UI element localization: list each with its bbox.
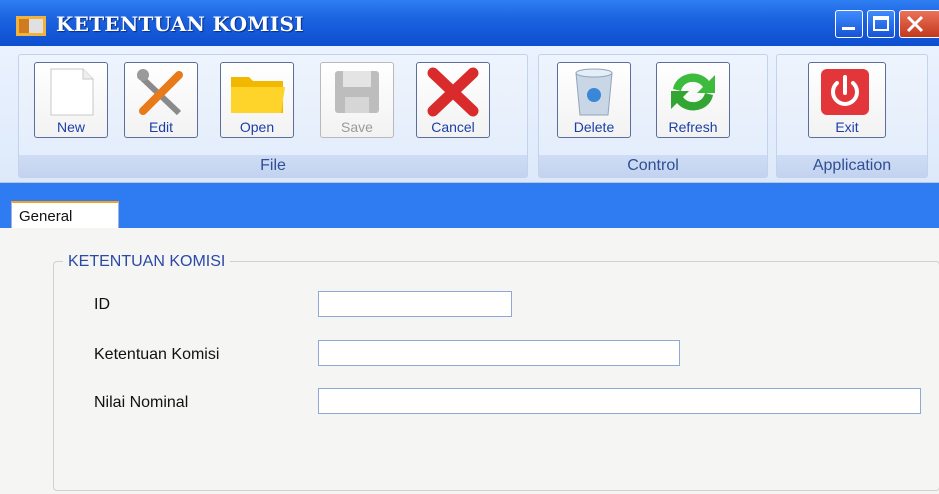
refresh-arrows-icon <box>671 73 715 111</box>
edit-tools-icon <box>136 69 183 116</box>
app-icon <box>16 16 46 36</box>
delete-button-label: Delete <box>573 119 615 135</box>
ketentuan-komisi-label: Ketentuan Komisi <box>94 346 220 363</box>
nilai-nominal-field[interactable] <box>318 388 921 414</box>
groupbox-title: KETENTUAN KOMISI <box>63 253 231 271</box>
group-file-label: File <box>19 155 527 177</box>
refresh-button[interactable]: Refresh <box>656 62 730 138</box>
save-button[interactable]: Save <box>320 62 394 138</box>
id-field[interactable] <box>318 291 512 317</box>
toolbar: File Control Application New Edit Open S… <box>0 46 939 183</box>
group-application-label: Application <box>777 155 927 177</box>
title-bar: KETENTUAN KOMISI <box>0 0 939 46</box>
refresh-button-label: Refresh <box>668 119 718 135</box>
maximize-icon <box>873 16 889 31</box>
delete-button[interactable]: Delete <box>557 62 631 138</box>
open-button-label: Open <box>239 119 275 135</box>
minimize-icon <box>842 27 855 30</box>
power-icon <box>821 69 869 115</box>
tab-general[interactable]: General <box>11 201 119 229</box>
new-document-icon <box>50 68 94 116</box>
edit-button[interactable]: Edit <box>124 62 198 138</box>
close-icon <box>906 15 924 33</box>
minimize-button[interactable] <box>835 10 863 38</box>
close-button[interactable] <box>899 10 939 38</box>
new-button[interactable]: New <box>34 62 108 138</box>
recycle-bin-icon <box>575 68 613 116</box>
cancel-button[interactable]: Cancel <box>416 62 490 138</box>
window-title: KETENTUAN KOMISI <box>56 12 304 36</box>
save-disk-icon <box>335 71 379 113</box>
edit-button-label: Edit <box>148 119 174 135</box>
open-button[interactable]: Open <box>220 62 294 138</box>
cancel-button-label: Cancel <box>431 119 475 135</box>
tab-panel-general: KETENTUAN KOMISI ID Ketentuan Komisi Nil… <box>0 228 939 494</box>
maximize-button[interactable] <box>867 10 895 38</box>
ketentuan-komisi-field[interactable] <box>318 340 680 366</box>
exit-button-label: Exit <box>835 119 859 135</box>
save-button-label: Save <box>341 119 373 135</box>
nilai-nominal-label: Nilai Nominal <box>94 394 189 411</box>
folder-open-icon <box>231 77 285 113</box>
group-control-label: Control <box>539 155 767 177</box>
tab-strip: General <box>0 183 939 229</box>
new-button-label: New <box>56 119 85 135</box>
exit-button[interactable]: Exit <box>808 62 886 138</box>
cancel-x-icon <box>427 67 479 117</box>
id-label: ID <box>94 296 110 313</box>
